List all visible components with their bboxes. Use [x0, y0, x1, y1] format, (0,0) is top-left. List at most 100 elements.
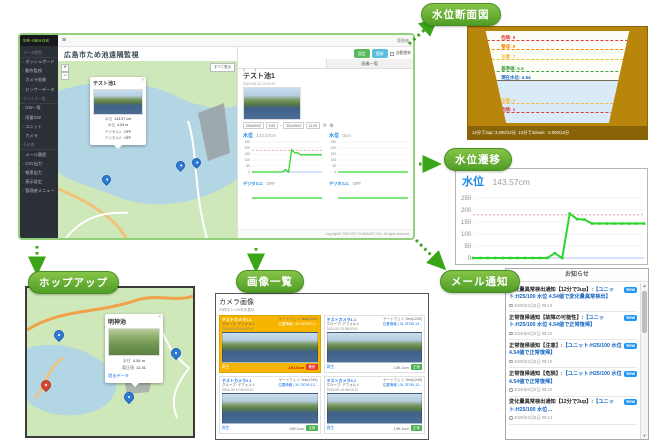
chart-title: 水位: [462, 176, 484, 188]
gear-icon[interactable]: ⚙: [329, 123, 333, 129]
location-link[interactable]: 位置情報 | 34.78795,13...: [278, 322, 317, 327]
show-all-button[interactable]: すべて表示: [210, 63, 235, 72]
tab-image-list[interactable]: 画像一覧: [326, 59, 414, 68]
notification-item[interactable]: New正常復帰通知【注意】:【ユニット:H25/100 水位 4.54値で正常復…: [509, 340, 637, 368]
sidebar-item[interactable]: CSV出力: [20, 159, 58, 168]
sensor-charts: 水位 143.57cm 050100150200250 デジタル1: OFF 水…: [243, 132, 408, 206]
threshold-line: 基準値: 5.5: [472, 71, 643, 72]
update-button[interactable]: 更新: [372, 49, 388, 58]
sidebar-item[interactable]: カメラ: [20, 131, 58, 140]
time-text: 2025年6月5日 09:15: [514, 359, 552, 364]
sidebar-item[interactable]: ダッシュボード: [20, 58, 58, 67]
sidebar-item[interactable]: センサーデータ: [20, 85, 58, 94]
chart-column-2: 水位 0cm 050100150200250 デジタル1: OFF: [329, 132, 411, 206]
label-mail: メール通知: [440, 270, 520, 293]
image-list-panel: カメラ画像 20件中 1～20件を表示 テストカメラ1.1ゲートウェイ-Test…: [215, 293, 429, 440]
time-text: 2025年6月5日 09:16: [514, 303, 552, 308]
water-level-value: 139.1cm: [393, 426, 408, 431]
zoom-in-button[interactable]: +: [61, 64, 69, 72]
sidebar-item[interactable]: カメラ画像: [20, 76, 58, 85]
water-fill: [472, 80, 643, 123]
sidebar-item[interactable]: 管理者メニュー: [20, 187, 58, 196]
location-link[interactable]: 位置情報 | 34.78795,13...: [383, 383, 422, 388]
close-icon[interactable]: ×: [141, 77, 144, 82]
sidebar-item[interactable]: 表示設定: [20, 178, 58, 187]
sidebar-item[interactable]: メール履歴: [20, 150, 58, 159]
play-link[interactable]: 再生: [327, 365, 335, 370]
location-link[interactable]: 位置情報 | 34.78795,13...: [383, 322, 422, 327]
camera-photo[interactable]: [243, 87, 301, 120]
map-view[interactable]: + − すべて表示 × テスト池1 水位143.57 cm水位4.54 mデジタ…: [58, 61, 237, 240]
mail-notification-panel: お知らせ New変化量異常検出通知【12分で3up】:【ユニット:H25/100…: [505, 268, 649, 440]
time-from-input[interactable]: 9:29: [266, 122, 279, 129]
scrollbar[interactable]: ▲ ▼: [640, 283, 648, 439]
svg-text:50: 50: [464, 244, 471, 250]
popup-row: 水位4.54 m: [108, 358, 160, 364]
camera-card[interactable]: テストカメラ1.1ゲートウェイ-Test(1249)グループ: デフォルト位置情…: [219, 315, 321, 373]
sidebar-menu: データ閲覧ダッシュボード動作監視カメラ画像センサーデータデバイス一覧GW一覧雨量…: [20, 46, 58, 196]
sidebar-item[interactable]: 動作監視: [20, 67, 58, 76]
location-link[interactable]: 位置情報 | 34.78795,13...: [278, 383, 317, 388]
row-label: 水位: [123, 358, 131, 364]
card-time-row: 2024-09-13 08:03:12: [222, 388, 318, 392]
water-level-transition-chart: 050100150200250: [456, 190, 647, 266]
auto-update-checkbox[interactable]: [390, 52, 394, 56]
panel-title: お知らせ: [506, 269, 648, 282]
scrollbar-thumb[interactable]: [642, 291, 647, 333]
notification-item[interactable]: New正常復帰通知【危険】:【ユニット:H25/100 水位 4.54値で正常復…: [509, 368, 637, 396]
row-value: OFF: [124, 130, 131, 135]
date-from-input[interactable]: 2024/9/12: [243, 122, 264, 129]
sidebar-item[interactable]: 帳票出力: [20, 168, 58, 177]
water-level-transition-panel: 水位 143.57cm 050100150200250: [455, 168, 648, 265]
arrow-to-mail: [416, 240, 442, 266]
new-badge: New: [624, 287, 637, 293]
close-icon[interactable]: ×: [158, 314, 161, 319]
camera-thumbnail[interactable]: [222, 332, 318, 363]
sidebar-section: データ閲覧: [20, 48, 58, 58]
sidebar-item[interactable]: 雨量GW: [20, 113, 58, 122]
capture-timestamp: 2024-09-13 08:03:31: [327, 388, 358, 392]
threshold-line: 警戒: 8: [472, 49, 643, 50]
infographic-canvas: 水位断面図 水位遷移 ホップアップ 画像一覧 メール通知 SR-IMAGE デー…: [0, 0, 650, 441]
range-separator: ~: [280, 124, 282, 128]
history-link[interactable]: 過去データ: [108, 373, 160, 379]
camera-thumbnail[interactable]: [327, 332, 423, 363]
detail-tabs: ‹ › 画像一覧: [238, 59, 413, 69]
svg-text:50: 50: [246, 164, 250, 168]
popup-row: 電圧値12.31: [108, 365, 160, 371]
play-link[interactable]: 再生: [222, 365, 230, 370]
play-link[interactable]: 再生: [222, 426, 230, 431]
refresh-icon[interactable]: ⟳: [323, 123, 327, 129]
svg-text:100: 100: [245, 158, 251, 162]
sidebar-item[interactable]: GW一覧: [20, 104, 58, 113]
notification-item[interactable]: New変化量異常検出通知【12分で3up】:【ユニット:H25/100 水位 4…: [509, 284, 637, 312]
popup-photo[interactable]: [93, 89, 143, 115]
digital-value: OFF: [267, 181, 275, 186]
sidebar-item[interactable]: ユニット: [20, 122, 58, 131]
camera-card[interactable]: テストカメラ1.1ゲートウェイ-Test(1249)グループ: デフォルト位置情…: [324, 315, 426, 373]
notification-item[interactable]: New正常復帰通知【故障の可能性】:【ユニット:H25/100 水位 4.54値…: [509, 312, 637, 340]
threshold-line: 注意: 2: [472, 103, 643, 104]
scroll-up-icon[interactable]: ▲: [641, 283, 648, 289]
chart-header: 水位 143.57cm: [456, 169, 647, 190]
new-badge: New: [624, 399, 637, 405]
time-to-input[interactable]: 11:29: [306, 122, 320, 129]
camera-card[interactable]: テストカメラ3.1ゲートウェイ-Test(1249)グループ: デフォルト位置情…: [324, 376, 426, 434]
threshold-line: 危険: 1: [472, 112, 643, 113]
zoom-out-button[interactable]: −: [61, 72, 69, 80]
new-badge: New: [624, 315, 637, 321]
svg-text:150: 150: [245, 152, 251, 156]
digital-label: デジタル1:: [329, 181, 349, 186]
popup-photo[interactable]: [108, 328, 160, 356]
camera-thumbnail[interactable]: [327, 393, 423, 424]
menu-icon[interactable]: ≡: [62, 35, 66, 47]
camera-card[interactable]: テストカメラ2.1ゲートウェイ-Test(1249)グループ: デフォルト位置情…: [219, 376, 321, 434]
camera-thumbnail[interactable]: [222, 393, 318, 424]
play-link[interactable]: 再生: [327, 426, 335, 431]
settings-button[interactable]: 設定: [354, 49, 370, 58]
chart-value: 0cm: [342, 133, 351, 138]
notification-item[interactable]: New変化量異常検出通知【12分で3up】:【ユニット:H25/100 水位…2…: [509, 397, 637, 425]
date-to-input[interactable]: 2024/9/12: [283, 122, 304, 129]
scroll-down-icon[interactable]: ▼: [641, 433, 648, 439]
notification-title: 変化量異常検出通知【12分で3up】:: [509, 287, 593, 293]
